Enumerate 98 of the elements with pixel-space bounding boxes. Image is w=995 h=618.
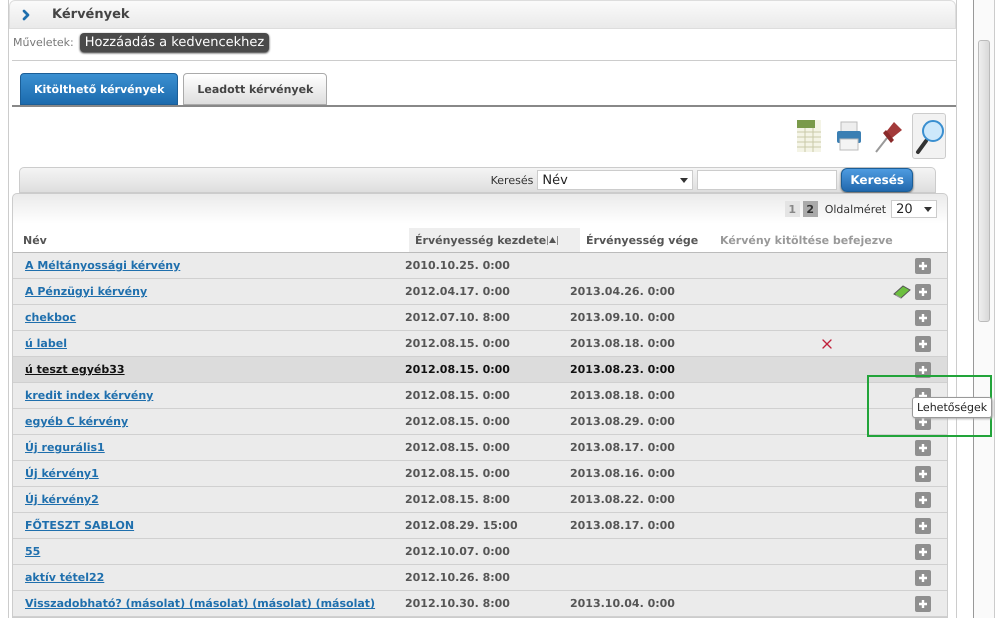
plus-icon [918,546,928,556]
request-link[interactable]: Visszadobható? (másolat) (másolat) (másolat) (másolat) [25,597,399,610]
request-link[interactable]: aktív tétel22 [25,571,399,584]
table-row[interactable]: A Pénzügyi kérvény 2012.04.17. 0:00 2013.04.26. 0:00 [13,279,948,305]
table-row[interactable]: Új regurális1 2012.08.15. 0:00 2013.08.17. 0:00 [13,435,948,461]
options-button[interactable] [915,518,932,534]
table-row[interactable]: chekboc 2012.07.10. 8:00 2013.09.10. 0:00 [13,305,948,331]
table-cell-text: 2012.08.15. 0:00 [404,415,511,428]
tab[interactable]: Leadott kérvények [183,73,328,105]
table-cell-text: 2013.08.18. 0:00 [569,389,676,402]
request-link[interactable]: 55 [25,545,399,558]
spreadsheet-icon [796,118,822,154]
column-header[interactable]: Név [13,228,409,252]
plus-icon [918,338,928,348]
request-link[interactable]: Új regurális1 [25,441,399,454]
table-row[interactable]: ú label 2012.08.15. 0:00 2013.08.18. 0:00 [13,331,948,357]
options-button[interactable] [915,258,932,274]
table-cell-text: 2012.08.15. 0:00 [404,337,511,350]
table-cell-text: 2013.10.04. 0:00 [569,597,676,610]
table-cell-text: 2013.08.17. 0:00 [569,519,676,532]
request-link[interactable]: ú teszt egyéb33 [25,363,399,376]
table-cell-text: 2012.08.15. 0:00 [404,467,511,480]
table-cell-text: 2012.08.15. 0:00 [404,389,511,402]
column-header[interactable]: Érvényesség vége [580,228,714,252]
options-button[interactable] [915,596,932,612]
request-link[interactable]: kredit index kérvény [25,389,399,402]
printer-icon [835,119,864,153]
options-button[interactable] [915,544,932,560]
page-link[interactable]: 2 [802,201,818,217]
plus-icon [918,598,928,608]
search-label: Keresés [490,174,534,186]
options-button[interactable] [915,440,932,456]
page-title: Kérvények [52,7,130,22]
table-cell-text: 2012.10.07. 0:00 [404,545,511,558]
options-button[interactable] [915,570,932,586]
request-link[interactable]: A Pénzügyi kérvény [25,285,399,298]
table-cell-text: 2013.08.22. 0:00 [569,493,676,506]
table-row[interactable]: Új kérvény2 2012.08.15. 8:00 2013.08.22. 0:00 [13,487,948,513]
table-cell-text: 2013.08.16. 0:00 [569,467,676,480]
plus-icon [918,364,928,374]
table-cell-text: 2013.09.10. 0:00 [569,311,676,324]
tooltip: Lehetőségek [912,397,992,418]
favorite-button[interactable]: Hozzáadás a kedvencekhez [80,33,270,52]
sort-icon [547,236,558,244]
plus-icon [918,416,928,426]
options-button[interactable] [915,492,932,508]
plus-icon [918,286,928,296]
table-cell-text: 2012.10.30. 8:00 [404,597,511,610]
table-row[interactable]: aktív tétel22 2012.10.26. 8:00 [13,565,948,591]
table-row[interactable]: ú teszt egyéb33 2012.08.15. 0:00 2013.08.23. 0:00 [13,357,948,383]
table-row[interactable]: Visszadobható? (másolat) (másolat) (másolat) (másolat) 2012.10.30. 8:00 2013.10.04. 0:00 [13,591,948,617]
request-link[interactable]: Új kérvény2 [25,493,399,506]
request-link[interactable]: chekboc [25,311,399,324]
plus-icon [918,572,928,582]
caret-icon [924,206,932,212]
table-cell-text: 2012.04.17. 0:00 [404,285,511,298]
table-row[interactable]: Új kérvény1 2012.08.15. 0:00 2013.08.16. 0:00 [13,461,948,487]
plus-icon [918,468,928,478]
table-cell-text: 2013.08.29. 0:00 [569,415,676,428]
plus-icon [918,520,928,530]
request-link[interactable]: egyéb C kérvény [25,415,399,428]
plus-icon [918,442,928,452]
actions-label: Műveletek: [13,36,74,49]
table-row[interactable]: FŐTESZT SABLON 2012.08.29. 15:00 2013.08.17. 0:00 [13,513,948,539]
table-cell-text: 2013.08.17. 0:00 [569,441,676,454]
options-button[interactable] [915,336,932,352]
table-cell-text: 2013.08.23. 0:00 [569,363,676,376]
toolbar-button[interactable] [912,113,946,159]
table-cell-text: 2012.08.29. 15:00 [404,519,519,532]
search-button[interactable]: Keresés [841,168,914,192]
table-cell-text: 2012.08.15. 0:00 [404,441,511,454]
page-size-dropdown[interactable]: 20 [891,200,938,218]
table-cell-text: 2012.10.26. 8:00 [404,571,511,584]
table-cell-text: 2013.04.26. 0:00 [569,285,676,298]
scroll-thumb[interactable] [978,40,990,322]
column-header[interactable]: Érvényesség kezdete [409,228,580,252]
table-row[interactable]: 55 2012.10.07. 0:00 [13,539,948,565]
plus-icon [918,494,928,504]
table-cell-text: 2012.08.15. 0:00 [404,363,511,376]
options-button[interactable] [915,310,932,326]
plus-icon [918,260,928,270]
options-button[interactable] [915,466,932,482]
field-dropdown[interactable]: Név [537,170,694,190]
plus-icon [918,312,928,322]
page-size-label: Oldalméret [824,202,886,216]
table-cell-text: 2012.08.15. 8:00 [404,493,511,506]
tab[interactable]: Kitölthető kérvények [20,73,178,105]
request-link[interactable]: FŐTESZT SABLON [25,519,399,532]
request-link[interactable]: A Méltányossági kérvény [25,259,399,272]
table-cell-text: 2013.08.18. 0:00 [569,337,676,350]
request-link[interactable]: ú label [25,337,399,350]
search-field[interactable] [697,170,838,190]
table-row[interactable]: A Méltányossági kérvény 2010.10.25. 0:00 [13,253,948,279]
options-button[interactable] [915,284,932,300]
table-cell-text: 2012.07.10. 8:00 [404,311,511,324]
request-link[interactable]: Új kérvény1 [25,467,399,480]
caret-icon [680,178,688,182]
table-cell-text: 2010.10.25. 0:00 [404,259,511,272]
